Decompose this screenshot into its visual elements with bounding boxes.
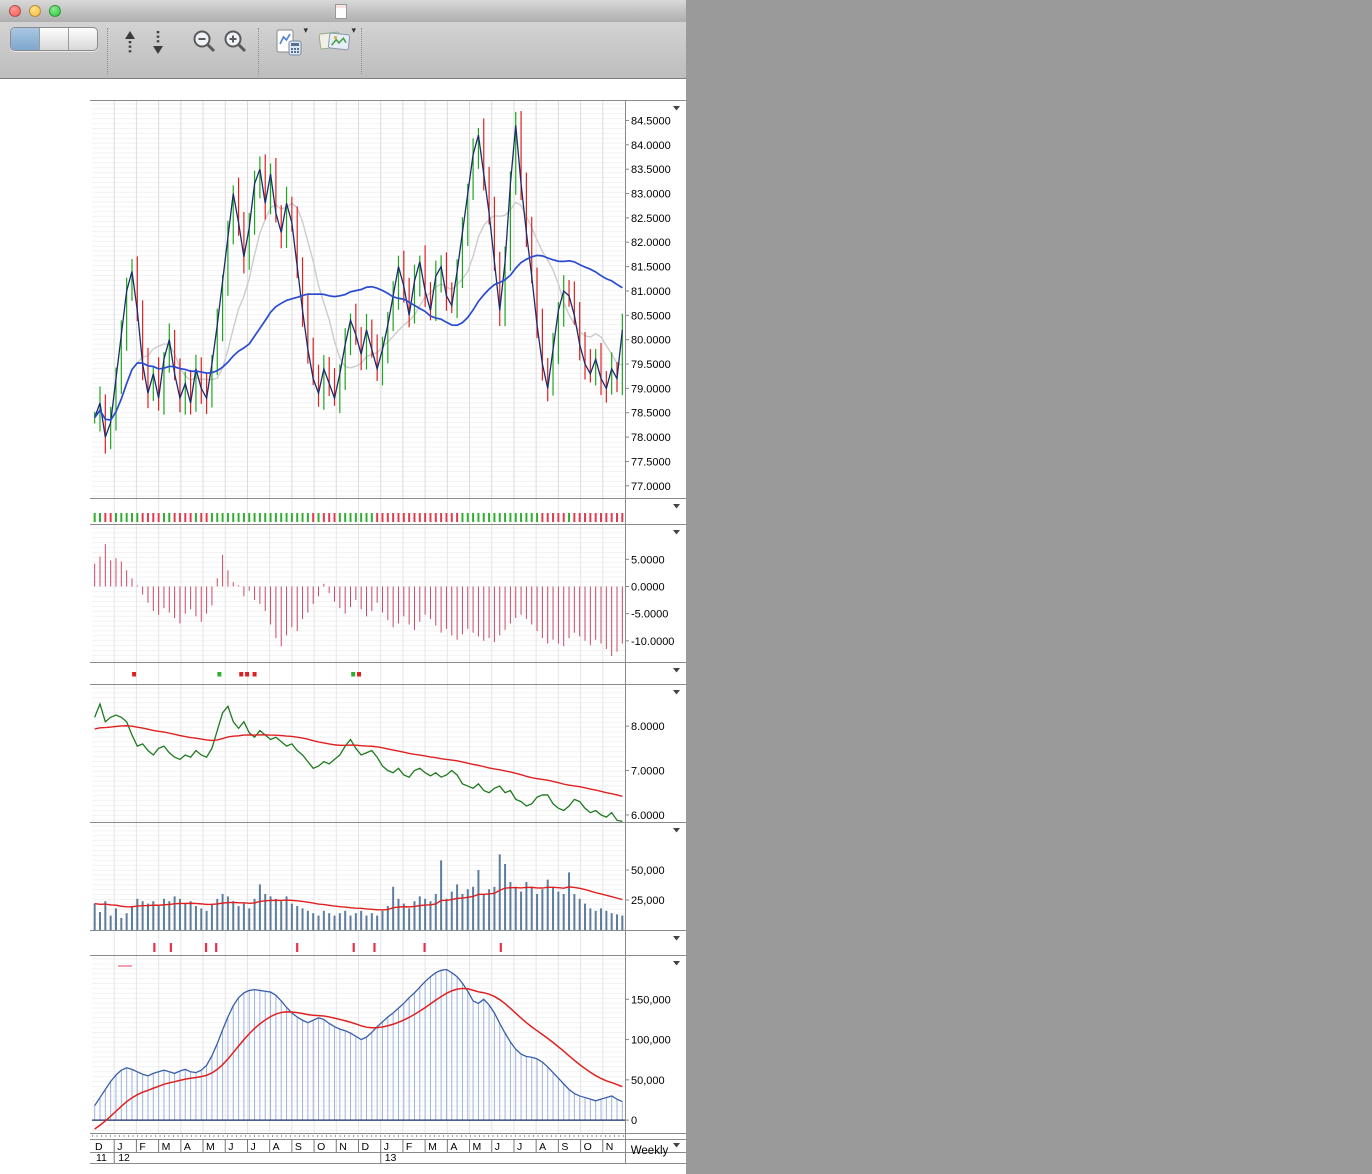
zoom-out-icon bbox=[191, 27, 218, 57]
axis-tick-label: 82.5000 bbox=[631, 213, 671, 225]
month-label: A bbox=[450, 1141, 457, 1153]
year-label: 11 bbox=[96, 1152, 107, 1164]
month-label: M bbox=[473, 1141, 482, 1153]
window-weekly: D J F M A M J J A S O N D J F M A M J J A S O N 11 12 13 84.5000 84.… bbox=[0, 0, 686, 1174]
month-label: J bbox=[517, 1141, 522, 1153]
month-label: J bbox=[250, 1141, 255, 1153]
axis-tick-label: 8.0000 bbox=[631, 721, 665, 733]
month-label: O bbox=[317, 1141, 325, 1153]
month-label: D bbox=[362, 1141, 370, 1153]
templates-button[interactable]: ▾ bbox=[318, 25, 356, 58]
month-label: M bbox=[162, 1141, 171, 1153]
axis-tick-label: 77.0000 bbox=[631, 481, 671, 493]
axis-tick-label: 150,000 bbox=[631, 994, 671, 1006]
axis-tick-label: -5.0000 bbox=[631, 609, 668, 621]
chevron-down-icon: ▾ bbox=[351, 25, 356, 35]
axis-tick-label: 79.5000 bbox=[631, 359, 671, 371]
axis-tick-label: 0 bbox=[631, 1115, 637, 1127]
prev-icon bbox=[121, 27, 139, 57]
templates-icon bbox=[318, 27, 352, 57]
axis-tick-label: 82.0000 bbox=[631, 237, 671, 249]
axis-tick-label: 77.5000 bbox=[631, 456, 671, 468]
month-label: A bbox=[184, 1141, 191, 1153]
month-label: A bbox=[539, 1141, 546, 1153]
axis-tick-label: 84.5000 bbox=[631, 115, 671, 127]
month-label: J bbox=[495, 1141, 500, 1153]
axis-tick-label: 6.0000 bbox=[631, 810, 665, 822]
axis-tick-label: 83.5000 bbox=[631, 164, 671, 176]
prev-button[interactable] bbox=[121, 27, 139, 58]
axis-tick-label: 25,000 bbox=[631, 895, 665, 907]
axis-tick-label: 100,000 bbox=[631, 1035, 671, 1047]
axis-tick-label: 5.0000 bbox=[631, 554, 665, 566]
wma-strip-legend bbox=[96, 501, 132, 513]
axis-tick-label: 78.0000 bbox=[631, 432, 671, 444]
axis-tick-label: 78.5000 bbox=[631, 408, 671, 420]
month-label: S bbox=[561, 1141, 568, 1153]
window-title bbox=[0, 3, 686, 19]
titlebar[interactable] bbox=[0, 0, 686, 23]
month-label: F bbox=[139, 1141, 145, 1153]
month-label: J bbox=[228, 1141, 233, 1153]
chevron-down-icon: ▾ bbox=[303, 25, 308, 35]
toolbar-separator bbox=[258, 28, 259, 74]
axis-tick-label: 81.0000 bbox=[631, 286, 671, 298]
zoom-out-button[interactable] bbox=[191, 27, 218, 58]
force-legend bbox=[96, 958, 132, 970]
zoom-in-button[interactable] bbox=[222, 27, 249, 58]
month-label: M bbox=[206, 1141, 215, 1153]
month-label: O bbox=[584, 1141, 592, 1153]
year-label: 12 bbox=[118, 1152, 130, 1164]
axis-tick-label: 83.0000 bbox=[631, 189, 671, 201]
document-proxy-icon bbox=[334, 3, 347, 19]
chart-canvas[interactable]: D J F M A M J J A S O N D J F M A M J J A S O N11 12 1384.500084.… bbox=[90, 100, 686, 1174]
toolbar-separator bbox=[361, 28, 362, 74]
toolbar: ▾ ▾ bbox=[0, 22, 686, 79]
force-ma-glyph bbox=[118, 965, 132, 967]
desktop: D J F M A M J J A S O N D J F M A M J J A S O N 11 12 13 84.5000 84.… bbox=[0, 0, 1372, 1174]
axis-tick-label: 80.5000 bbox=[631, 310, 671, 322]
axis-tick-label: 79.0000 bbox=[631, 383, 671, 395]
axis-tick-label: 81.5000 bbox=[631, 262, 671, 274]
month-label: M bbox=[428, 1141, 437, 1153]
zoom-in-icon bbox=[222, 27, 249, 57]
next-button[interactable] bbox=[149, 27, 167, 58]
pointer-tool[interactable] bbox=[11, 28, 39, 50]
axis-tick-label: 84.0000 bbox=[631, 140, 671, 152]
toolbar-separator bbox=[107, 28, 108, 74]
timeframe-selector[interactable]: Weekly bbox=[631, 1145, 669, 1157]
indicators-button[interactable]: ▾ bbox=[274, 25, 308, 58]
volume-legend bbox=[96, 825, 118, 837]
axis-tick-label: -10.0000 bbox=[631, 636, 674, 648]
axis-tick-label: 50,000 bbox=[631, 1075, 665, 1087]
year-label: 13 bbox=[385, 1152, 397, 1164]
month-label: S bbox=[295, 1141, 302, 1153]
month-label: N bbox=[339, 1141, 347, 1153]
month-label: F bbox=[406, 1141, 412, 1153]
axis-tick-label: 0.0000 bbox=[631, 581, 665, 593]
axis-tick-label: 50,000 bbox=[631, 865, 665, 877]
text-tool[interactable] bbox=[68, 28, 97, 50]
next-icon bbox=[149, 27, 167, 57]
tool-mode-group bbox=[10, 27, 98, 52]
month-label: N bbox=[606, 1141, 614, 1153]
tool-mode-segmented-control[interactable] bbox=[10, 27, 98, 51]
line-tool[interactable] bbox=[39, 28, 68, 50]
indicators-icon bbox=[274, 27, 304, 57]
axis-tick-label: 80.0000 bbox=[631, 335, 671, 347]
month-label: A bbox=[273, 1141, 280, 1153]
axis-tick-label: 7.0000 bbox=[631, 766, 665, 778]
